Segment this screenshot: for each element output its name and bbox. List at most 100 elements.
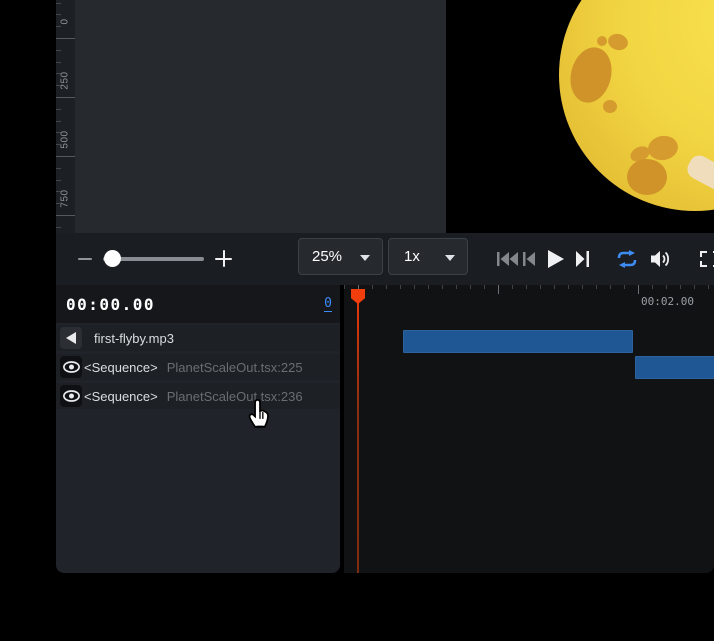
track-source-label: PlanetScaleOut.tsx:236	[167, 389, 303, 404]
track-row-sequence-236[interactable]: <Sequence> PlanetScaleOut.tsx:236	[56, 383, 340, 409]
ruler-minor-tick	[56, 62, 61, 63]
playback-speed-dropdown[interactable]: 1x	[388, 238, 468, 275]
timeline-tick	[512, 285, 513, 289]
ruler-minor-tick	[56, 168, 61, 169]
ruler-minor-tick	[56, 121, 61, 122]
timeline-tick	[526, 285, 527, 289]
timeline-tick	[414, 285, 415, 289]
volume-icon	[651, 251, 671, 267]
timeline-clip-audio[interactable]	[403, 330, 633, 353]
crater	[565, 43, 617, 107]
chevron-down-icon	[445, 255, 455, 261]
timeline-tick	[372, 285, 373, 289]
timeline-tick	[694, 285, 695, 289]
vertical-ruler: 0250500750	[56, 0, 75, 233]
crater	[627, 159, 667, 195]
skip-to-start-icon	[497, 252, 518, 266]
timeline-tick	[428, 285, 429, 289]
track-row-sequence-225[interactable]: <Sequence> PlanetScaleOut.tsx:225	[56, 354, 340, 380]
timeline-tick	[610, 285, 611, 289]
ruler-minor-tick	[56, 109, 61, 110]
crater	[606, 32, 629, 53]
ruler-label: 500	[56, 126, 75, 152]
previous-frame-button[interactable]	[522, 252, 535, 266]
speaker-icon	[66, 332, 76, 344]
ruler-major-tick	[56, 156, 75, 157]
timeline-tick	[666, 285, 667, 289]
frame-number-link[interactable]: 0	[324, 297, 332, 312]
eye-icon	[63, 390, 80, 402]
crater	[646, 134, 680, 163]
audio-mute-toggle[interactable]	[60, 327, 82, 349]
zoom-slider-knob[interactable]	[104, 250, 121, 267]
ruler-minor-tick	[56, 144, 61, 145]
timecode-display: 00:00.00	[66, 295, 155, 314]
ruler-minor-tick	[56, 203, 61, 204]
timeline-tick	[470, 285, 471, 289]
track-label: <Sequence>	[84, 389, 158, 404]
visibility-toggle[interactable]	[60, 385, 82, 407]
timeline-clip-sequence[interactable]	[635, 356, 714, 379]
canvas-background	[75, 0, 446, 233]
timeline-tick	[680, 285, 681, 289]
timeline-tick	[498, 285, 499, 294]
zoom-out-button[interactable]	[78, 258, 92, 260]
ruler-minor-tick	[56, 14, 61, 15]
next-frame-icon	[576, 251, 589, 267]
ruler-minor-tick	[56, 227, 61, 228]
timeline-tick	[708, 285, 709, 289]
timeline-tick	[638, 285, 639, 294]
loop-icon	[614, 250, 640, 268]
timeline-tick	[400, 285, 401, 289]
timeline-tick	[456, 285, 457, 289]
zoom-level-dropdown[interactable]: 25%	[298, 238, 383, 275]
timeline-time-label: 00:02.00	[641, 295, 694, 308]
timeline-tick	[652, 285, 653, 289]
next-frame-button[interactable]	[575, 251, 589, 267]
zoom-in-button[interactable]	[215, 250, 232, 267]
play-button[interactable]	[547, 250, 564, 268]
ruler-minor-tick	[56, 26, 61, 27]
ruler-minor-tick	[56, 85, 61, 86]
visibility-toggle[interactable]	[60, 356, 82, 378]
timeline-tick	[484, 285, 485, 289]
preview-region: 0250500750	[0, 0, 714, 233]
timeline-tick	[624, 285, 625, 289]
hand-cursor-icon	[246, 398, 274, 430]
skip-to-start-button[interactable]	[496, 252, 518, 266]
timeline-tick	[568, 285, 569, 289]
ruler-major-tick	[56, 215, 75, 216]
previous-frame-icon	[523, 252, 535, 266]
ruler-minor-tick	[56, 50, 61, 51]
playhead-handle[interactable]	[351, 289, 365, 304]
zoom-level-value: 25%	[312, 248, 342, 265]
fullscreen-button[interactable]	[700, 251, 714, 267]
loop-toggle-button[interactable]	[614, 250, 640, 268]
timeline-tick	[582, 285, 583, 289]
playback-toolbar: 25% 1x	[56, 233, 714, 285]
timeline-section: 00:00.00 0 first-flyby.mp3 <Sequence> Pl…	[0, 285, 714, 573]
volume-button[interactable]	[650, 251, 671, 267]
chevron-down-icon	[360, 255, 370, 261]
timeline-tick	[442, 285, 443, 289]
fullscreen-icon	[700, 251, 714, 267]
timeline-tick	[540, 285, 541, 289]
ruler-minor-tick	[56, 132, 61, 133]
track-row-audio[interactable]: first-flyby.mp3	[56, 325, 340, 351]
crater	[603, 100, 617, 113]
timeline-track-area[interactable]: 00:02.00	[344, 285, 714, 573]
track-source-label: PlanetScaleOut.tsx:225	[167, 360, 303, 375]
remotion-studio-window: { "preview": { "vertical_ruler": { "labe…	[0, 0, 714, 641]
ruler-major-tick	[56, 38, 75, 39]
timeline-tick	[386, 285, 387, 289]
track-list-panel: 00:00.00 0 first-flyby.mp3 <Sequence> Pl…	[56, 285, 340, 573]
track-label: <Sequence>	[84, 360, 158, 375]
ruler-minor-tick	[56, 3, 61, 4]
timeline-tick	[554, 285, 555, 289]
crater	[597, 36, 607, 46]
track-label: first-flyby.mp3	[94, 331, 174, 346]
video-canvas	[446, 0, 714, 233]
moon-accessory-shape	[684, 152, 714, 194]
playback-speed-value: 1x	[404, 248, 420, 265]
ruler-label: 250	[56, 67, 75, 93]
